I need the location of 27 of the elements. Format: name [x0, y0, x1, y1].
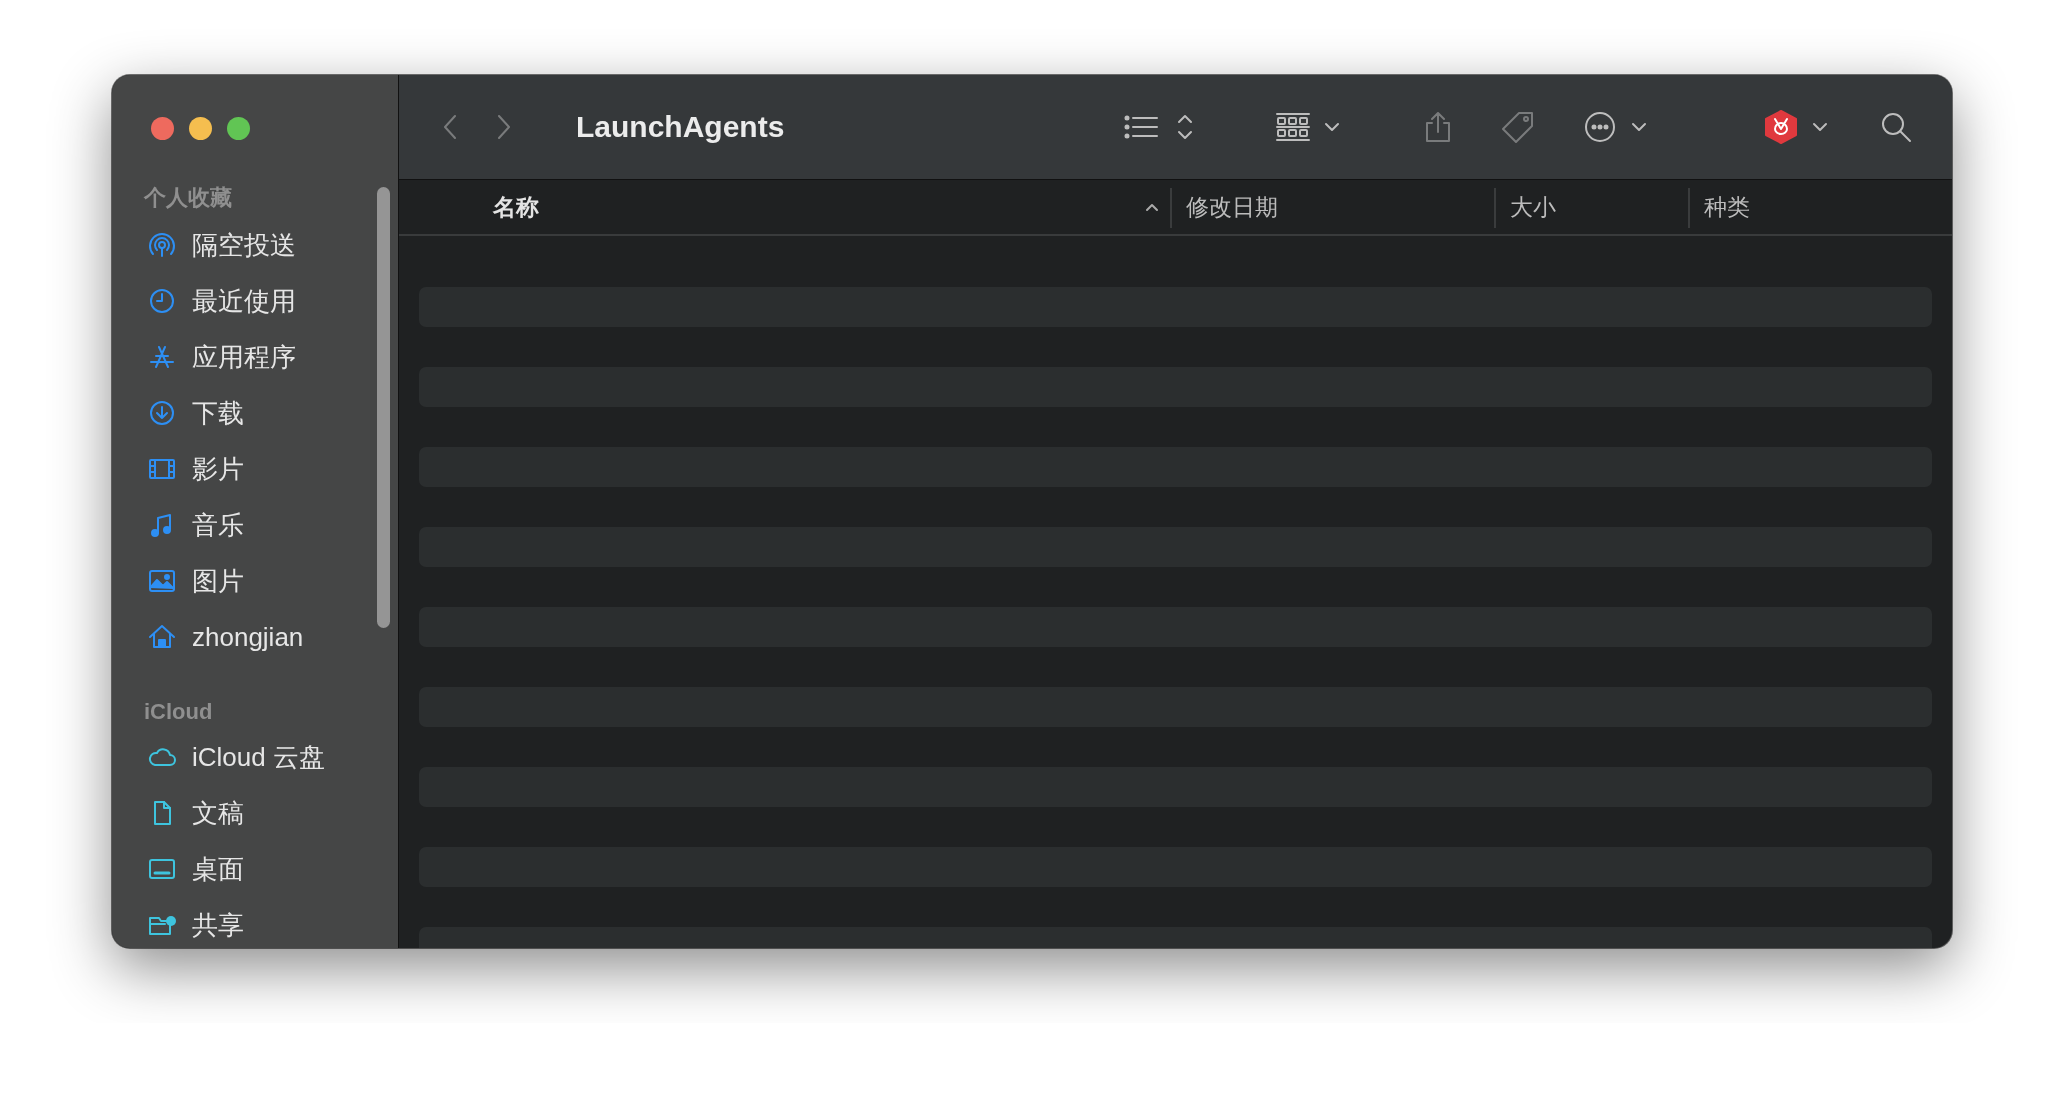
- sidebar-item-label[interactable]: zhongjian: [192, 621, 304, 653]
- window-title: LaunchAgents: [576, 109, 785, 145]
- column-header[interactable]: 名称: [493, 180, 539, 234]
- clock-icon: [147, 286, 177, 316]
- sidebar-item-label[interactable]: 下载: [192, 395, 244, 431]
- sidebar-item-label[interactable]: 桌面: [192, 851, 244, 887]
- sidebar-item-label[interactable]: 最近使用: [192, 283, 296, 319]
- sidebar-item-label[interactable]: iCloud 云盘: [192, 739, 325, 775]
- column-header[interactable]: 种类: [1704, 180, 1750, 234]
- sidebar-item-label[interactable]: 音乐: [192, 507, 244, 543]
- column-header[interactable]: 大小: [1510, 180, 1556, 234]
- search-icon: [1879, 110, 1913, 144]
- sidebar-section-title: 个人收藏: [142, 184, 233, 212]
- sidebar-item-label[interactable]: 文稿: [192, 795, 244, 831]
- close-button[interactable]: [151, 117, 174, 140]
- sidebar-item-label[interactable]: 应用程序: [192, 339, 296, 375]
- sidebar-item-label[interactable]: 共享: [192, 907, 244, 943]
- sidebar-item-label[interactable]: 图片: [192, 563, 244, 599]
- sidebar-item-label[interactable]: 影片: [192, 451, 244, 487]
- download-icon: [147, 398, 177, 428]
- scrollbar[interactable]: [377, 187, 390, 628]
- minimize-button[interactable]: [189, 117, 212, 140]
- zoom-button[interactable]: [227, 117, 250, 140]
- sidebar-item-label[interactable]: 隔空投送: [192, 227, 296, 263]
- airdrop-icon: [147, 230, 177, 260]
- column-header[interactable]: 修改日期: [1186, 180, 1278, 234]
- sidebar-section-title: iCloud: [143, 698, 214, 726]
